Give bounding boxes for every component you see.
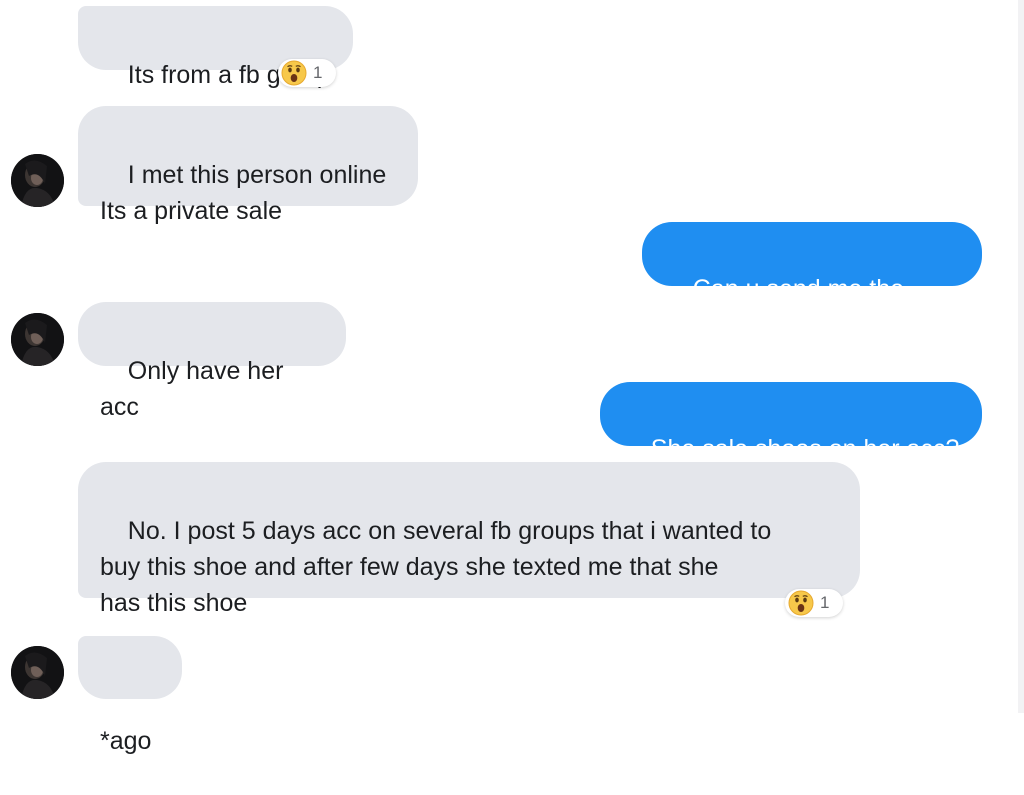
message-text: Can u send me the link?	[665, 275, 911, 339]
contact-avatar[interactable]	[11, 154, 64, 207]
wow-emoji-icon	[281, 60, 307, 86]
chat-thread: Its from a fb group 1 I met this person …	[0, 0, 1024, 755]
contact-avatar[interactable]	[11, 313, 64, 366]
outgoing-message[interactable]: She sale shoes on her acc?	[600, 382, 982, 463]
message-text: No. I post 5 days acc on several fb grou…	[100, 517, 772, 617]
contact-avatar[interactable]	[11, 646, 64, 699]
message-text: *ago	[100, 727, 152, 755]
avatar-image	[11, 646, 64, 699]
avatar-image	[11, 154, 64, 207]
message-text: Only have her acc	[100, 357, 291, 421]
incoming-message[interactable]: No. I post 5 days acc on several fb grou…	[78, 462, 860, 617]
message-reaction[interactable]: 1	[278, 59, 336, 87]
wow-emoji-icon	[788, 590, 814, 616]
reaction-count: 1	[313, 63, 323, 82]
outgoing-message[interactable]: Can u send me the link?	[642, 222, 982, 339]
reaction-count: 1	[820, 593, 830, 612]
incoming-message[interactable]: *ago	[78, 636, 182, 755]
message-text: She sale shoes on her acc?	[650, 435, 960, 463]
message-text: I met this person online Its a private s…	[100, 161, 387, 225]
incoming-message[interactable]: I met this person online Its a private s…	[78, 106, 418, 225]
avatar-image	[11, 313, 64, 366]
message-reaction[interactable]: 1	[785, 589, 843, 617]
incoming-message[interactable]: Only have her acc	[78, 302, 346, 421]
scroll-edge	[1018, 0, 1024, 713]
